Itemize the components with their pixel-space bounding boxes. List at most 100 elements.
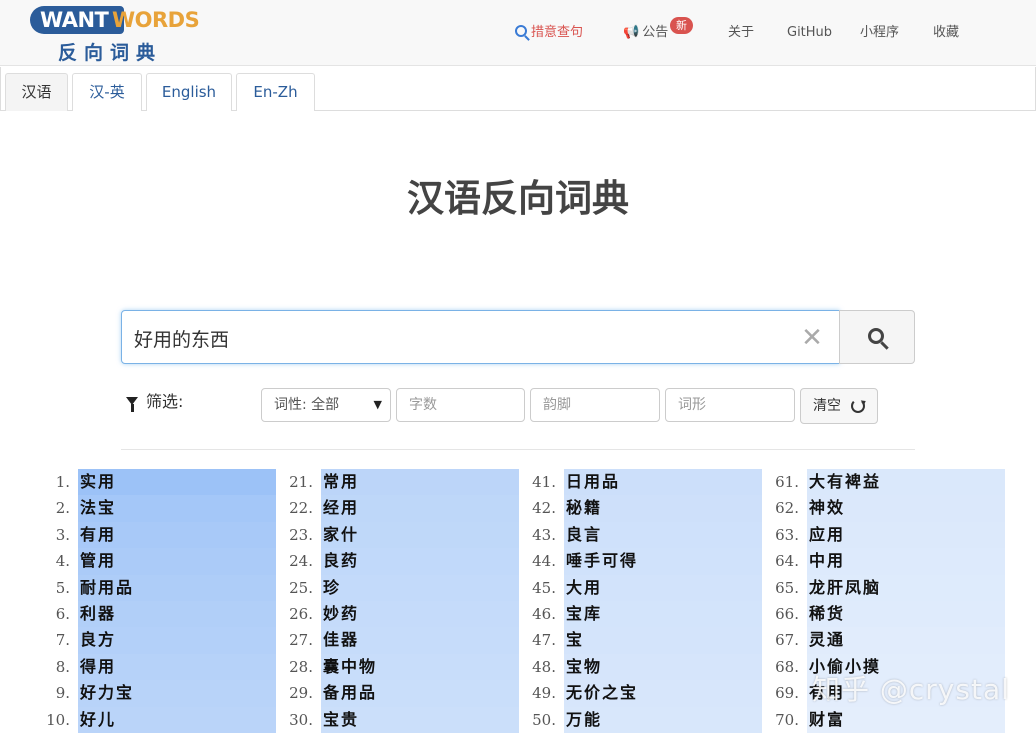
filter-icon xyxy=(126,397,138,405)
result-item[interactable]: 26.妙药 xyxy=(243,601,523,627)
result-item[interactable]: 7.良方 xyxy=(0,627,280,653)
result-item[interactable]: 3.有用 xyxy=(0,522,280,548)
result-word[interactable]: 财富 xyxy=(807,707,1005,733)
result-rank: 23. xyxy=(243,522,317,548)
result-item[interactable]: 42.秘籍 xyxy=(486,495,766,521)
result-item[interactable]: 4.管用 xyxy=(0,548,280,574)
result-item[interactable]: 44.唾手可得 xyxy=(486,548,766,574)
word-shape-input[interactable]: 词形 xyxy=(665,388,795,422)
tab-chinese-english[interactable]: 汉-英 xyxy=(72,73,142,111)
result-rank: 61. xyxy=(729,469,803,495)
filter-label: 筛选: xyxy=(126,390,183,414)
refresh-icon xyxy=(851,399,865,413)
result-item[interactable]: 67.灵通 xyxy=(729,627,1009,653)
result-rank: 65. xyxy=(729,575,803,601)
result-rank: 25. xyxy=(243,575,317,601)
result-item[interactable]: 8.得用 xyxy=(0,654,280,680)
result-rank: 66. xyxy=(729,601,803,627)
result-word[interactable]: 中用 xyxy=(807,548,1005,574)
megaphone-icon: 📢 xyxy=(623,22,639,44)
part-of-speech-select[interactable]: 词性: 全部 ▼ xyxy=(261,388,391,422)
result-item[interactable]: 48.宝物 xyxy=(486,654,766,680)
result-item[interactable]: 28.囊中物 xyxy=(243,654,523,680)
result-rank: 69. xyxy=(729,680,803,706)
result-item[interactable]: 23.家什 xyxy=(243,522,523,548)
chevron-down-icon: ▼ xyxy=(374,389,382,421)
result-rank: 3. xyxy=(0,522,74,548)
logo-chinese-text: 反向词典 xyxy=(58,38,162,65)
result-item[interactable]: 66.稀货 xyxy=(729,601,1009,627)
result-item[interactable]: 41.日用品 xyxy=(486,469,766,495)
result-item[interactable]: 30.宝贵 xyxy=(243,707,523,733)
result-word[interactable]: 应用 xyxy=(807,522,1005,548)
result-item[interactable]: 49.无价之宝 xyxy=(486,680,766,706)
result-item[interactable]: 22.经用 xyxy=(243,495,523,521)
nav-mini-program[interactable]: 小程序 xyxy=(860,22,899,44)
result-word[interactable]: 大有裨益 xyxy=(807,469,1005,495)
result-item[interactable]: 63.应用 xyxy=(729,522,1009,548)
result-rank: 28. xyxy=(243,654,317,680)
result-item[interactable]: 62.神效 xyxy=(729,495,1009,521)
nav-github[interactable]: GitHub xyxy=(787,22,832,44)
result-item[interactable]: 10.好儿 xyxy=(0,707,280,733)
result-rank: 47. xyxy=(486,627,560,653)
result-item[interactable]: 65.龙肝凤脑 xyxy=(729,575,1009,601)
nav-favorites[interactable]: 收藏 xyxy=(933,22,959,44)
result-column: 1.实用2.法宝3.有用4.管用5.耐用品6.利器7.良方8.得用9.好力宝10… xyxy=(0,469,280,733)
result-item[interactable]: 43.良言 xyxy=(486,522,766,548)
tab-english-chinese[interactable]: En-Zh xyxy=(236,73,315,111)
logo-words-text: WORDS xyxy=(112,6,199,34)
tab-english[interactable]: English xyxy=(146,73,232,111)
nav-fuzzy-search[interactable]: 措意查句 xyxy=(515,22,583,44)
char-count-input[interactable]: 字数 xyxy=(396,388,525,422)
result-item[interactable]: 21.常用 xyxy=(243,469,523,495)
search-box: ✕ xyxy=(121,310,840,364)
result-item[interactable]: 1.实用 xyxy=(0,469,280,495)
nav-announcement[interactable]: 📢公告 xyxy=(623,22,668,44)
result-item[interactable]: 2.法宝 xyxy=(0,495,280,521)
nav-about[interactable]: 关于 xyxy=(728,22,754,44)
clear-filters-button[interactable]: 清空 xyxy=(800,388,878,424)
result-item[interactable]: 47.宝 xyxy=(486,627,766,653)
result-column: 21.常用22.经用23.家什24.良药25.珍26.妙药27.佳器28.囊中物… xyxy=(243,469,523,733)
search-input[interactable] xyxy=(134,323,774,353)
result-word[interactable]: 龙肝凤脑 xyxy=(807,575,1005,601)
result-word[interactable]: 神效 xyxy=(807,495,1005,521)
result-rank: 49. xyxy=(486,680,560,706)
tab-chinese[interactable]: 汉语 xyxy=(5,73,68,111)
result-item[interactable]: 50.万能 xyxy=(486,707,766,733)
result-rank: 42. xyxy=(486,495,560,521)
result-rank: 7. xyxy=(0,627,74,653)
result-rank: 10. xyxy=(0,707,74,733)
result-word[interactable]: 灵通 xyxy=(807,627,1005,653)
logo-want-text: WANT xyxy=(30,6,124,34)
result-item[interactable]: 29.备用品 xyxy=(243,680,523,706)
result-rank: 41. xyxy=(486,469,560,495)
result-rank: 67. xyxy=(729,627,803,653)
result-word[interactable]: 稀货 xyxy=(807,601,1005,627)
result-rank: 29. xyxy=(243,680,317,706)
result-item[interactable]: 6.利器 xyxy=(0,601,280,627)
result-item[interactable]: 61.大有裨益 xyxy=(729,469,1009,495)
result-item[interactable]: 70.财富 xyxy=(729,707,1009,733)
result-item[interactable]: 24.良药 xyxy=(243,548,523,574)
result-item[interactable]: 5.耐用品 xyxy=(0,575,280,601)
result-item[interactable]: 45.大用 xyxy=(486,575,766,601)
nav-fuzzy-search-label: 措意查句 xyxy=(531,25,583,40)
rhyme-input[interactable]: 韵脚 xyxy=(530,388,660,422)
result-rank: 70. xyxy=(729,707,803,733)
result-rank: 63. xyxy=(729,522,803,548)
result-rank: 21. xyxy=(243,469,317,495)
result-item[interactable]: 25.珍 xyxy=(243,575,523,601)
result-rank: 44. xyxy=(486,548,560,574)
result-item[interactable]: 27.佳器 xyxy=(243,627,523,653)
result-item[interactable]: 64.中用 xyxy=(729,548,1009,574)
wantwords-logo[interactable]: WANT WORDS 反向词典 xyxy=(30,4,200,62)
top-navbar: WANT WORDS 反向词典 措意查句 📢公告 新 关于 GitHub 小程序… xyxy=(0,0,1036,66)
result-rank: 62. xyxy=(729,495,803,521)
clear-input-icon[interactable]: ✕ xyxy=(797,323,827,353)
search-button[interactable] xyxy=(839,310,915,364)
result-item[interactable]: 46.宝库 xyxy=(486,601,766,627)
result-rank: 22. xyxy=(243,495,317,521)
result-item[interactable]: 9.好力宝 xyxy=(0,680,280,706)
